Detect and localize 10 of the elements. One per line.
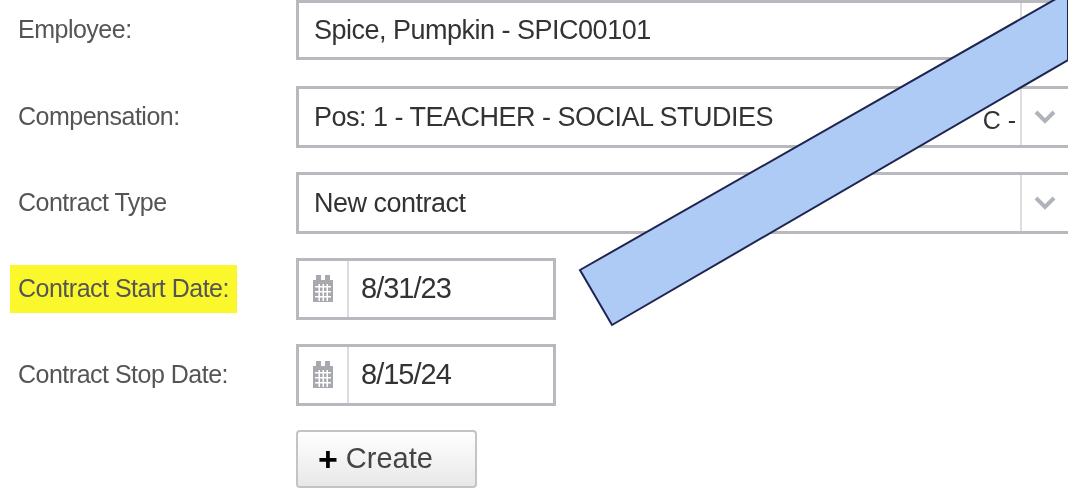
field-label: Contract Type: [17, 187, 168, 219]
field-label: Contract Start Date:: [10, 265, 237, 313]
plus-icon: +: [318, 442, 338, 476]
date-field[interactable]: 8/15/24: [296, 344, 556, 406]
field-label: Compensation:: [17, 101, 181, 133]
date-field[interactable]: 8/31/23: [296, 258, 556, 320]
dropdown-text: C -: [982, 105, 1017, 137]
field-label: Contract Stop Date:: [17, 359, 230, 391]
field-label: Employee:: [17, 14, 133, 46]
create-button[interactable]: + Create: [296, 430, 477, 488]
